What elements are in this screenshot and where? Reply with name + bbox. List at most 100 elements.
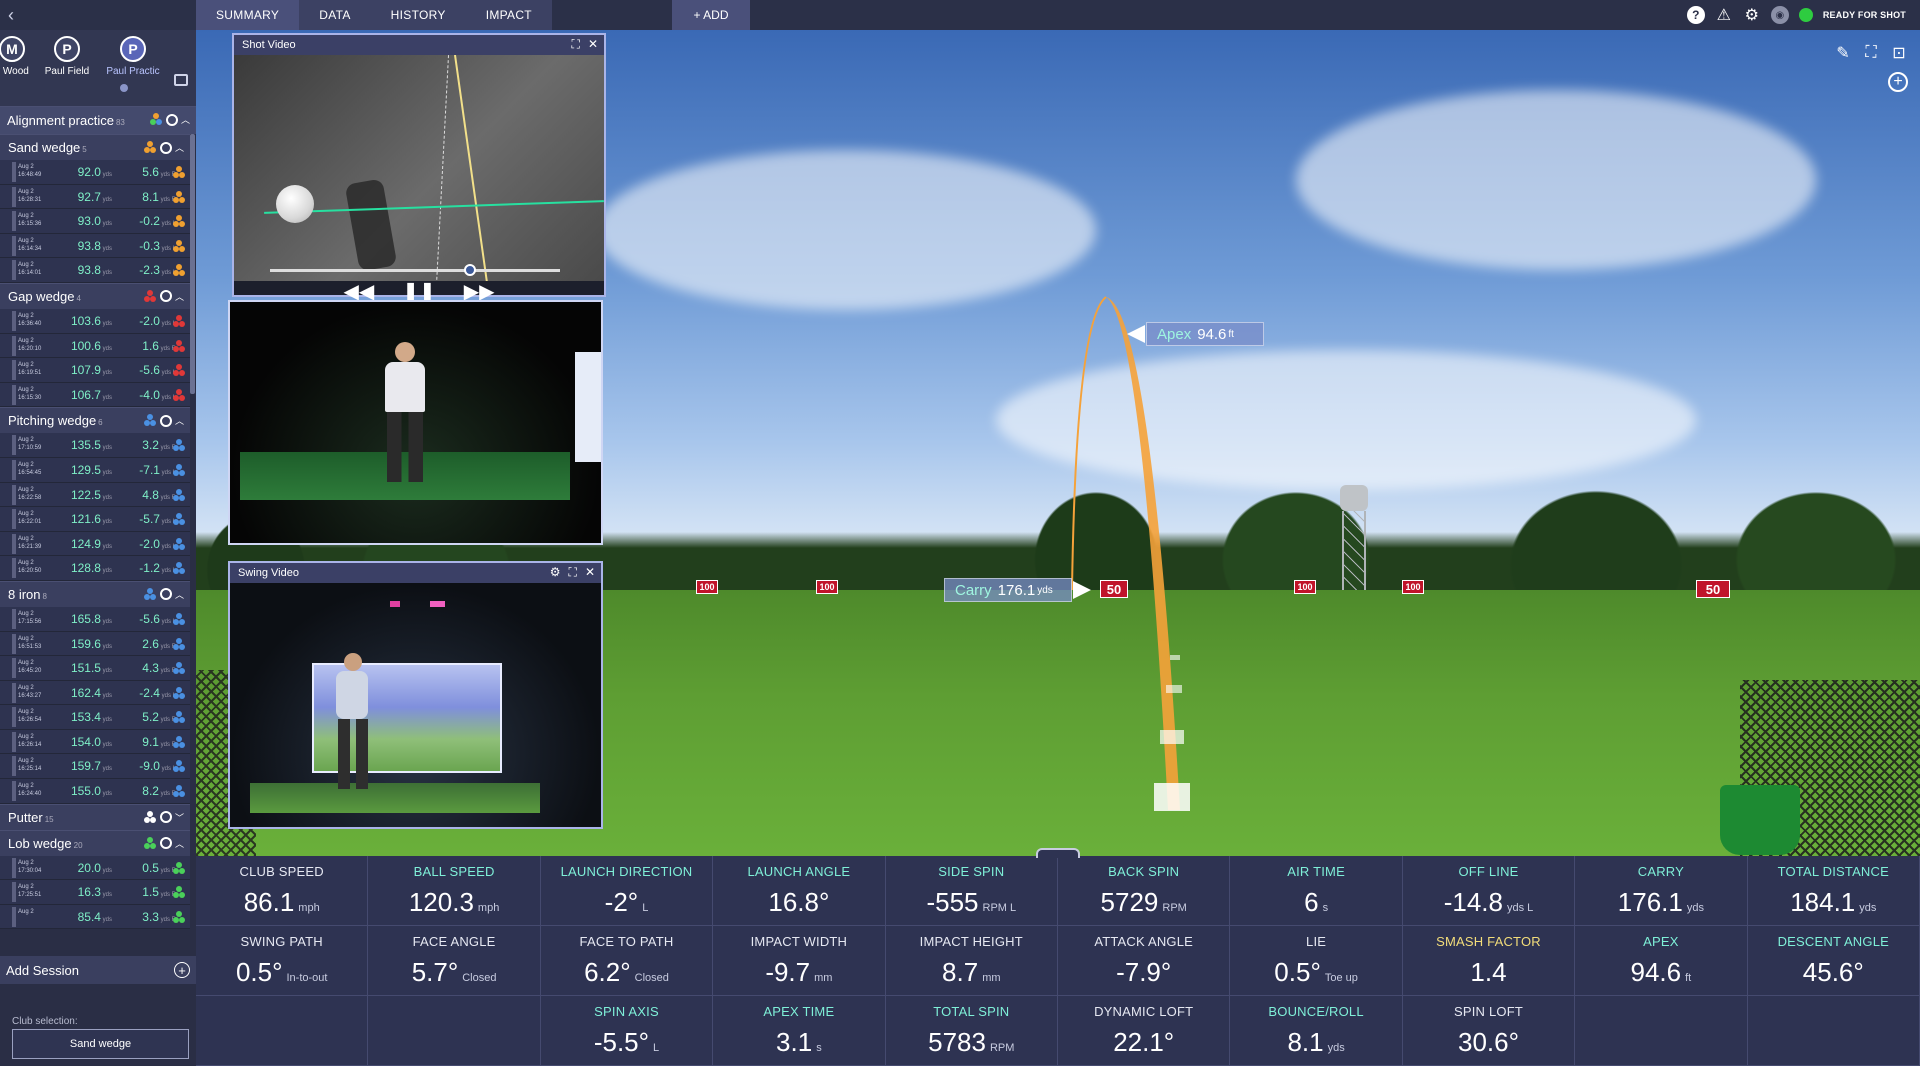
- back-arrow-icon[interactable]: ‹: [0, 0, 22, 30]
- target-icon[interactable]: [159, 811, 172, 824]
- plus-icon[interactable]: +: [174, 962, 190, 978]
- chevron-up-icon[interactable]: ︿: [175, 588, 184, 601]
- close-icon[interactable]: ✕: [588, 37, 598, 52]
- shot-row[interactable]: Aug 2 85.4 yds 3.3 yds R: [0, 904, 190, 930]
- club-group-header[interactable]: 8 iron 8 ︿: [0, 580, 190, 607]
- target-icon[interactable]: [159, 837, 172, 850]
- shot-color-bar: [12, 162, 16, 182]
- target-icon[interactable]: [165, 113, 178, 126]
- shot-row[interactable]: Aug 216:26:54 153.4 yds 5.2 yds R: [0, 705, 190, 730]
- club-group-header[interactable]: Gap wedge 4 ︿: [0, 282, 190, 309]
- swing-video-panel[interactable]: Swing Video ⚙ ⛶ ✕: [228, 561, 603, 829]
- shot-row[interactable]: Aug 216:54:45 129.5 yds -7.1 yds L: [0, 457, 190, 483]
- shot-row[interactable]: Aug 216:21:39 124.9 yds -2.0 yds L: [0, 531, 190, 557]
- club-group-header[interactable]: Sand wedge 5 ︿: [0, 134, 190, 160]
- tab-data[interactable]: DATA: [299, 0, 370, 30]
- unlock-icon[interactable]: ⊡: [1890, 44, 1908, 62]
- chevron-up-icon[interactable]: ︿: [175, 837, 184, 850]
- shot-row[interactable]: Aug 216:20:10 100.6 yds 1.6 yds R: [0, 333, 190, 359]
- shot-row[interactable]: Aug 2 16:48:49 92.0 yds 5.6 yds R: [0, 160, 190, 185]
- stat-number: 8.7: [942, 957, 979, 987]
- target-icon[interactable]: [159, 141, 172, 154]
- shot-row[interactable]: Aug 216:19:51 107.9 yds -5.6 yds L: [0, 358, 190, 383]
- profile-item[interactable]: P Paul Field: [34, 30, 100, 106]
- target-icon[interactable]: [159, 588, 172, 601]
- add-session-button[interactable]: Add Session +: [0, 956, 196, 984]
- club-selection-dropdown[interactable]: Sand wedge: [12, 1029, 189, 1059]
- shot-time: 17:10:59: [18, 445, 42, 452]
- shot-row[interactable]: Aug 216:24:40 155.0 yds 8.2 yds R: [0, 779, 190, 804]
- add-tab-button[interactable]: + ADD: [672, 0, 750, 30]
- simulator-screen: [575, 352, 601, 462]
- club-group-header[interactable]: Lob wedge 20 ︿: [0, 829, 190, 856]
- profile-item[interactable]: P Paul Practic: [100, 30, 166, 106]
- warning-icon[interactable]: ⚠: [1715, 6, 1733, 24]
- archive-icon[interactable]: [174, 74, 188, 86]
- club-group-header[interactable]: Pitching wedge 6 ︿: [0, 407, 190, 434]
- session-list[interactable]: Sand wedge 5 ︿ Aug 2 16:48:49 92.0 yds 5.6 yds…: [0, 134, 190, 954]
- pencil-icon[interactable]: ✎: [1834, 44, 1852, 62]
- expand-icon[interactable]: ⛶: [569, 565, 577, 580]
- tab-summary[interactable]: SUMMARY: [196, 0, 300, 30]
- fullscreen-icon[interactable]: ⛶: [1862, 44, 1880, 62]
- sidebar-scrollbar[interactable]: [190, 134, 195, 394]
- stat-number: 6: [1304, 887, 1319, 917]
- shot-carry: 85.4 yds: [62, 910, 112, 924]
- shot-row[interactable]: Aug 217:15:56 165.8 yds -5.6 yds L: [0, 606, 190, 632]
- playback-progress-bar[interactable]: [270, 269, 560, 272]
- shot-video-panel[interactable]: Shot Video ⛶ ✕ ◀◀ ❚❚ ▶▶: [232, 33, 606, 303]
- shot-row[interactable]: Aug 216:28:31 92.7 yds 8.1 yds R: [0, 184, 190, 210]
- target-icon[interactable]: [159, 414, 172, 427]
- swing-video-title: Swing Video: [238, 567, 299, 579]
- help-icon[interactable]: ?: [1686, 6, 1705, 24]
- shot-row[interactable]: Aug 216:20:50 128.8 yds -1.2 yds L: [0, 556, 190, 581]
- club-group-header[interactable]: Putter 15 ﹀: [0, 803, 190, 830]
- tab-impact[interactable]: IMPACT: [466, 0, 552, 30]
- shot-row[interactable]: Aug 216:22:58 122.5 yds 4.8 yds R: [0, 482, 190, 508]
- session-header[interactable]: Alignment practice 83 ︿: [0, 106, 196, 134]
- shot-row[interactable]: Aug 216:36:40 103.6 yds -2.0 yds L: [0, 308, 190, 334]
- club-color-icon: [143, 141, 157, 154]
- chevron-up-icon[interactable]: ︿: [181, 113, 190, 126]
- shot-row[interactable]: Aug 217:30:04 20.0 yds 0.5 yds R: [0, 855, 190, 881]
- shot-row[interactable]: Aug 216:51:53 159.6 yds 2.6 yds R: [0, 631, 190, 657]
- stat-value: 6s: [1230, 887, 1401, 918]
- gear-icon[interactable]: ⚙: [550, 565, 561, 580]
- shot-row[interactable]: Aug 216:43:27 162.4 yds -2.4 yds L: [0, 680, 190, 706]
- target-icon[interactable]: [159, 290, 172, 303]
- device-icon[interactable]: ◉: [1770, 6, 1789, 24]
- expand-icon[interactable]: ⛶: [572, 37, 580, 52]
- shot-row[interactable]: Aug 216:22:01 121.6 yds -5.7 yds L: [0, 507, 190, 532]
- tab-history[interactable]: HISTORY: [371, 0, 466, 30]
- chevron-up-icon[interactable]: ︿: [175, 414, 184, 427]
- club-colors-icon: [149, 113, 163, 126]
- scene-add-button[interactable]: +: [1888, 72, 1908, 92]
- chevron-down-icon[interactable]: ﹀: [175, 811, 184, 824]
- shot-row[interactable]: Aug 216:26:14 154.0 yds 9.1 yds R: [0, 729, 190, 755]
- stats-collapse-handle[interactable]: [1036, 848, 1080, 858]
- shot-video-header[interactable]: Shot Video ⛶ ✕: [234, 35, 604, 55]
- club-group-count: 5: [82, 145, 87, 154]
- shot-time: 16:21:39: [18, 543, 42, 550]
- chevron-up-icon[interactable]: ︿: [175, 141, 184, 154]
- close-icon[interactable]: ✕: [585, 565, 595, 580]
- shot-row[interactable]: Aug 216:14:34 93.8 yds -0.3 yds L: [0, 233, 190, 259]
- shot-row[interactable]: Aug 216:14:01 93.8 yds -2.3 yds L: [0, 258, 190, 283]
- playback-scrubber[interactable]: [464, 264, 476, 276]
- profile-item[interactable]: My Wood: [0, 30, 34, 106]
- shot-row[interactable]: Aug 216:45:20 151.5 yds 4.3 yds R: [0, 656, 190, 681]
- camera-view-panel[interactable]: [228, 300, 603, 545]
- shot-row[interactable]: Aug 216:15:36 93.0 yds -0.2 yds L: [0, 209, 190, 234]
- status-text: READY FOR SHOT: [1822, 10, 1906, 20]
- gear-icon[interactable]: ⚙: [1743, 6, 1761, 24]
- shot-row[interactable]: Aug 217:10:59 135.5 yds 3.2 yds R: [0, 433, 190, 458]
- shot-row[interactable]: Aug 217:25:51 16.3 yds 1.5 yds R: [0, 880, 190, 905]
- shot-carry-unit: yds: [100, 892, 112, 899]
- club-color-icon: [173, 439, 186, 452]
- swing-video-header[interactable]: Swing Video ⚙ ⛶ ✕: [230, 563, 601, 583]
- shot-carry-value: 100.6: [70, 338, 101, 353]
- stat-label: DYNAMIC LOFT: [1094, 1004, 1194, 1019]
- chevron-up-icon[interactable]: ︿: [175, 290, 184, 303]
- shot-row[interactable]: Aug 216:15:30 106.7 yds -4.0 yds L: [0, 382, 190, 408]
- shot-row[interactable]: Aug 216:25:14 159.7 yds -9.0 yds L: [0, 754, 190, 780]
